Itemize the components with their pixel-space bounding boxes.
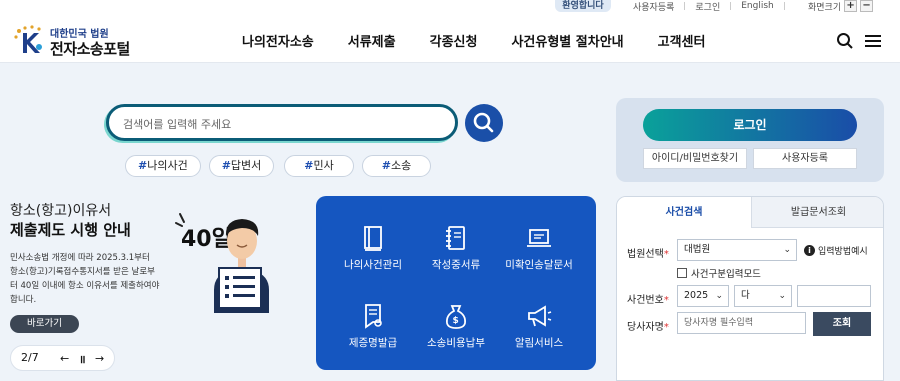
search-icon[interactable] [836,32,854,50]
nav-submit-docs[interactable]: 서류제출 [348,31,396,50]
tag-civil[interactable]: #민사 [284,155,354,177]
search-box [106,104,458,141]
welcome-badge: 환영합니다 [555,0,611,12]
nav-my-case[interactable]: 나의전자소송 [242,31,314,50]
svg-text:$: $ [453,316,459,326]
megaphone-icon [528,305,552,327]
banner-description: 민사소송법 개정에 따라 2025.3.1부터 항소(항고)기록접수통지서를 받… [10,253,160,305]
banner-pager: 2/7 ← ॥ → [10,345,115,371]
banner-title-line2: 제출제도 시행 안내 [10,221,131,239]
year-select[interactable]: 2025 ⌄ [677,285,729,307]
prev-arrow-icon[interactable]: ← [60,352,69,365]
more-button[interactable]: 바로가기 [10,315,79,333]
tag-answer[interactable]: #답변서 [208,155,275,177]
case-number-label: 사건번호* [627,295,669,306]
service-my-case[interactable]: 나의사건관리 [328,206,418,280]
chevron-down-icon: ⌄ [715,291,723,301]
court-select-label: 법원선택* [627,249,669,260]
case-search-panel: 사건검색 발급문서조회 법원선택* 대법원 ⌄ i 입력방법예시 사건구분입력모드… [616,196,884,381]
font-increase-button[interactable]: + [844,0,858,12]
nav-procedure-guide[interactable]: 사건유형별 절차안내 [511,31,623,50]
days-label: 40일 [181,227,232,252]
divider [783,2,785,10]
notice-banner: 항소(항고)이유서 제출제도 시행 안내 민사소송법 개정에 따라 2025.3… [0,190,300,381]
divider [730,2,732,10]
case-serial-input[interactable] [797,285,871,307]
font-decrease-button[interactable]: − [860,0,874,12]
font-size-label: 화면크기 [808,2,842,13]
nav-customer-center[interactable]: 고객센터 [658,31,706,50]
query-button[interactable]: 조회 [813,312,871,336]
checkbox[interactable] [677,268,687,278]
login-link[interactable]: 로그인 [695,0,720,13]
money-bag-icon: $ [445,305,467,329]
party-name-label: 당사자명* [627,322,669,333]
menu-icon[interactable] [864,32,882,50]
next-arrow-icon[interactable]: → [95,352,104,365]
font-size-control: 화면크기 + − [808,0,874,13]
service-draft-docs[interactable]: 작성중서류 [411,206,501,280]
book-icon [364,226,382,251]
case-type-select[interactable]: 다 ⌄ [734,285,792,307]
main-nav: 나의전자소송 서류제출 각종신청 사건유형별 절차안내 고객센터 [242,17,705,63]
pager-count: 2/7 [21,351,39,364]
banner-title-line1: 항소(항고)이유서 [10,203,112,219]
tab-issued-docs[interactable]: 발급문서조회 [751,197,883,228]
banner-illustration: 40일 [175,213,269,313]
utility-bar: 환영합니다 사용자등록 로그인 English 화면크기 + − [0,0,900,17]
service-unread-docs[interactable]: 미확인송달문서 [494,206,584,280]
register-link[interactable]: 사용자등록 [633,0,674,13]
find-account-button[interactable]: 아이디/비밀번호찾기 [643,148,747,169]
logo-title: 전자소송포털 [50,40,130,58]
site-logo[interactable]: 대한민국 법원 전자소송포털 [13,23,143,59]
nav-applications[interactable]: 각종신청 [430,31,478,50]
search-button[interactable] [465,104,503,142]
utility-links: 사용자등록 로그인 English [633,0,795,13]
notebook-icon [446,226,465,250]
login-panel: 로그인 아이디/비밀번호찾기 사용자등록 [616,98,884,182]
laptop-icon [527,229,551,247]
service-notification[interactable]: 알림서비스 [494,284,584,358]
service-grid: 나의사건관리 작성중서류 미확인송달문서 제증명발급 $ 소송비용납부 알림서비… [316,196,596,370]
chevron-down-icon: ⌄ [778,291,786,301]
certificate-icon [365,304,382,329]
service-payment[interactable]: $ 소송비용납부 [411,284,501,358]
party-name-input[interactable]: 당사자명 필수입력 [677,312,806,334]
tag-lawsuit[interactable]: #소송 [361,155,432,177]
tab-case-search[interactable]: 사건검색 [617,197,751,228]
pause-icon[interactable]: ॥ [79,352,86,367]
register-button[interactable]: 사용자등록 [753,148,857,169]
tag-my-case[interactable]: #나의사건 [125,155,201,177]
info-icon: i [804,245,815,256]
login-button[interactable]: 로그인 [643,109,857,141]
header: 대한민국 법원 전자소송포털 나의전자소송 서류제출 각종신청 사건유형별 절차… [0,17,900,63]
search-input[interactable] [123,114,443,134]
popular-tags: #나의사건 #답변서 #민사 #소송 [125,155,439,177]
service-certificate[interactable]: 제증명발급 [328,284,418,358]
divider [684,2,686,10]
court-emblem-icon [14,25,42,53]
chevron-down-icon: ⌄ [783,245,791,255]
court-select[interactable]: 대법원 ⌄ [677,239,797,261]
input-method-help[interactable]: i 입력방법예시 [804,244,868,257]
case-type-mode[interactable]: 사건구분입력모드 [677,266,761,280]
english-link[interactable]: English [741,1,774,11]
search-icon [473,112,494,133]
